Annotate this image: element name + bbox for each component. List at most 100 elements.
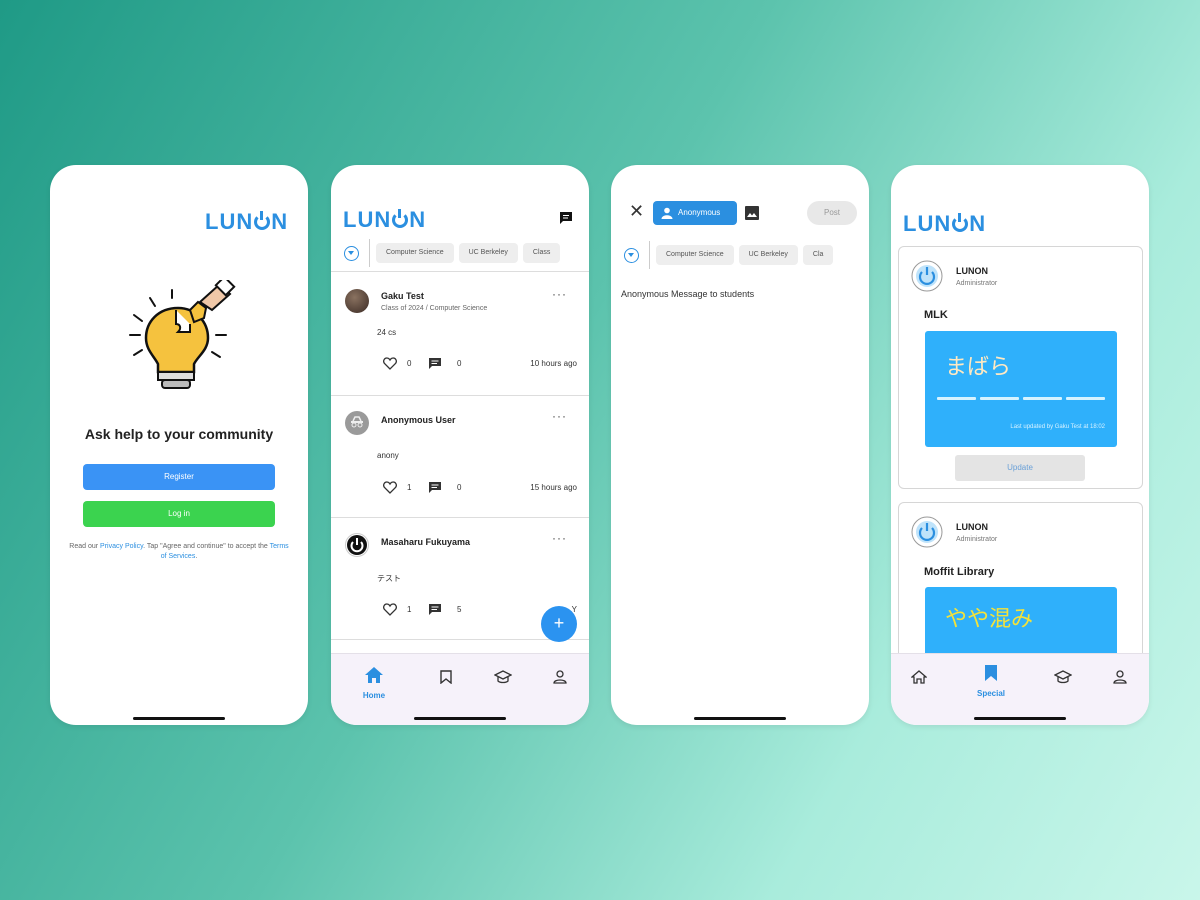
register-button[interactable]: Register <box>83 464 275 490</box>
legal-text-part: . <box>195 553 198 560</box>
status-card: LUNON Administrator MLK まばら Last updated… <box>898 246 1143 489</box>
graduation-cap-icon <box>493 670 513 684</box>
heart-icon[interactable] <box>383 603 397 616</box>
like-count: 1 <box>407 483 412 492</box>
filter-icon[interactable] <box>344 245 359 261</box>
lightbulb-puzzle-illustration <box>129 280 236 389</box>
like-count: 0 <box>407 359 412 368</box>
card-role: Administrator <box>956 536 998 543</box>
anonymous-avatar <box>345 411 369 435</box>
crowd-level-bars <box>937 397 1105 400</box>
logo-text: LUN <box>205 209 254 234</box>
post-actions: 0 0 10 hours ago <box>383 357 583 371</box>
welcome-screen: LUN N Ask help to your community Register… <box>50 165 308 725</box>
legal-text: Read our Privacy Policy. Tap "Agree and … <box>68 542 290 562</box>
more-icon[interactable]: ··· <box>552 531 567 545</box>
nav-school[interactable] <box>483 670 523 689</box>
post-author: Anonymous User <box>381 415 456 425</box>
nav-home[interactable]: Home <box>354 666 394 700</box>
post-button[interactable]: Post <box>807 201 857 225</box>
app-logo: LUN N <box>343 207 426 233</box>
heart-icon[interactable] <box>383 357 397 370</box>
post-body: anony <box>377 451 399 460</box>
home-indicator <box>974 717 1066 720</box>
chip-uc-berkeley[interactable]: UC Berkeley <box>458 243 518 263</box>
more-icon[interactable]: ··· <box>552 287 567 301</box>
crowd-status: やや混み <box>945 606 1034 631</box>
person-icon <box>553 670 567 684</box>
new-post-button[interactable]: + <box>541 606 577 642</box>
graduation-cap-icon <box>1053 670 1073 684</box>
card-author: LUNON <box>956 522 988 532</box>
card-author: LUNON <box>956 266 988 276</box>
filter-icon[interactable] <box>624 247 639 263</box>
card-role: Administrator <box>956 280 998 287</box>
close-icon[interactable]: ✕ <box>629 201 644 222</box>
divider <box>649 241 650 269</box>
nav-bookmarks[interactable] <box>426 670 466 689</box>
bookmark-icon <box>440 670 452 685</box>
legal-text-part: Read our <box>69 543 101 550</box>
nav-special-label: Special <box>976 689 1005 698</box>
person-icon <box>661 207 673 219</box>
power-icon <box>254 211 271 230</box>
divider <box>369 239 370 267</box>
logo-text: LUN <box>903 211 952 236</box>
chip-uc-berkeley[interactable]: UC Berkeley <box>738 245 798 265</box>
message-input[interactable]: Anonymous Message to students <box>621 289 754 299</box>
message-icon[interactable] <box>559 211 573 225</box>
bottom-nav: Home <box>331 653 589 725</box>
chip-computer-science[interactable]: Computer Science <box>656 245 734 265</box>
compose-screen: ✕ Anonymous Post Computer Science UC Ber… <box>611 165 869 725</box>
more-icon[interactable]: ··· <box>552 409 567 423</box>
power-icon <box>952 213 969 232</box>
login-button[interactable]: Log in <box>83 501 275 527</box>
post-card[interactable]: Gaku Test Class of 2024 / Computer Scien… <box>331 273 589 396</box>
nav-profile[interactable] <box>540 670 580 689</box>
post-time: 10 hours ago <box>530 359 577 368</box>
update-button[interactable]: Update <box>955 455 1085 481</box>
last-updated: Last updated by Gaku Test at 18:02 <box>1010 424 1105 430</box>
comment-count: 5 <box>457 605 462 614</box>
lunon-avatar <box>911 516 943 548</box>
home-indicator <box>133 717 225 720</box>
filter-chip-bar: Computer Science UC Berkeley Class <box>331 235 589 272</box>
filter-chip-bar: Computer Science UC Berkeley Cla <box>611 237 869 273</box>
app-logo: LUN N <box>205 209 288 235</box>
post-card[interactable]: Anonymous User ··· anony 1 0 15 hours ag… <box>331 395 589 518</box>
privacy-policy-link[interactable]: Privacy Policy <box>100 543 143 550</box>
chip-class[interactable]: Cla <box>802 245 834 265</box>
comment-count: 0 <box>457 483 462 492</box>
bottom-nav: Special <box>891 653 1149 725</box>
headline: Ask help to your community <box>84 426 274 442</box>
nav-special[interactable]: Special <box>971 664 1011 698</box>
post-actions: 1 0 15 hours ago <box>383 481 583 495</box>
chip-class[interactable]: Class <box>522 243 561 263</box>
person-icon <box>1113 670 1127 684</box>
crowd-status: まばら <box>945 354 1012 379</box>
comment-icon[interactable] <box>428 481 442 494</box>
nav-home[interactable] <box>899 670 939 689</box>
place-name: MLK <box>924 309 948 321</box>
comment-icon[interactable] <box>428 357 442 370</box>
nav-profile[interactable] <box>1100 670 1140 689</box>
post-time: 15 hours ago <box>530 483 577 492</box>
lunon-avatar <box>911 260 943 292</box>
special-screen: LUN N LUNON Administrator MLK まばら Last up… <box>891 165 1149 725</box>
place-name: Moffit Library <box>924 566 995 578</box>
status-panel: まばら Last updated by Gaku Test at 18:02 <box>925 331 1117 447</box>
heart-icon[interactable] <box>383 481 397 494</box>
home-indicator <box>694 717 786 720</box>
home-icon <box>365 667 383 683</box>
image-icon[interactable] <box>744 205 760 221</box>
chip-computer-science[interactable]: Computer Science <box>376 243 454 263</box>
post-subtitle: Class of 2024 / Computer Science <box>381 305 488 312</box>
anonymous-toggle-button[interactable]: Anonymous <box>653 201 737 225</box>
home-indicator <box>414 717 506 720</box>
logo-text-end: N <box>969 211 987 236</box>
nav-school[interactable] <box>1043 670 1083 689</box>
post-body: テスト <box>377 574 401 583</box>
comment-icon[interactable] <box>428 603 442 616</box>
post-body: 24 cs <box>377 328 397 337</box>
feed-screen: LUN N Computer Science UC Berkeley Class … <box>331 165 589 725</box>
